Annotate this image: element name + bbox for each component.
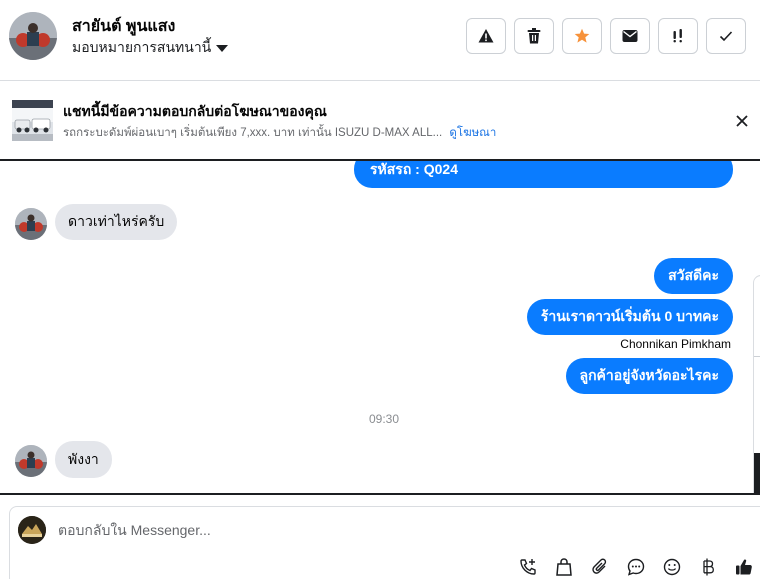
composer-divider xyxy=(0,493,760,495)
paperclip-icon xyxy=(592,558,607,574)
shop-button[interactable] xyxy=(552,555,576,579)
close-icon xyxy=(736,115,748,127)
star-button[interactable] xyxy=(562,18,602,54)
page-avatar xyxy=(18,516,46,544)
message-text: พังงา xyxy=(68,450,99,467)
message-timestamp: 09:30 xyxy=(368,412,400,426)
message-bubble-incoming[interactable]: ดาวเท่าไหร่ครับ xyxy=(55,204,178,240)
delete-button[interactable] xyxy=(514,18,554,54)
phone-plus-icon xyxy=(520,559,536,575)
smiley-icon xyxy=(663,558,681,576)
payment-button[interactable] xyxy=(696,555,720,579)
contact-avatar[interactable] xyxy=(9,12,57,60)
emoji-button[interactable] xyxy=(660,555,684,579)
shopping-bag-icon xyxy=(556,558,572,576)
message-thread[interactable]: รหัสรถ : Q024 ดาวเท่าไหร่ครับ สวัสดีคะ ร… xyxy=(0,161,760,493)
message-text: ดาวเท่าไหร่ครับ xyxy=(68,213,165,229)
composer-toolbar xyxy=(516,555,756,579)
ad-banner-subtitle: รถกระบะดัมพ์ผ่อนเบาๆ เริ่มต้นเพียง 7,xxx… xyxy=(63,124,496,142)
mark-done-button[interactable] xyxy=(706,18,746,54)
message-bubble-incoming[interactable]: พังงา xyxy=(55,441,112,478)
header-actions xyxy=(466,18,746,54)
baht-icon xyxy=(703,558,714,576)
message-text: รหัสรถ : Q024 xyxy=(370,161,458,177)
thumbs-up-icon xyxy=(736,559,752,575)
caret-down-icon xyxy=(216,45,229,52)
checkmark-icon xyxy=(719,31,733,42)
ad-reply-banner: แชทนี้มีข้อความตอบกลับต่อโฆษณาของคุณ รถก… xyxy=(0,81,760,161)
star-icon xyxy=(574,28,590,43)
message-bubble-outgoing[interactable]: ลูกค้าอยู่จังหวัดอะไรคะ xyxy=(565,358,733,394)
view-ad-link[interactable]: ดูโฆษณา xyxy=(449,127,496,139)
contact-avatar-small[interactable] xyxy=(15,208,47,240)
call-button[interactable] xyxy=(516,555,540,579)
trash-icon xyxy=(527,28,541,44)
message-text: ลูกค้าอยู่จังหวัดอะไรคะ xyxy=(579,367,720,383)
message-bubble-outgoing[interactable]: สวัสดีคะ xyxy=(654,258,733,294)
assign-conversation-dropdown[interactable]: มอบหมายการสนทนานี้ xyxy=(72,37,229,59)
contact-name[interactable]: สายันต์ พูนแสง xyxy=(72,14,175,39)
like-button[interactable] xyxy=(732,555,756,579)
chat-bubble-icon xyxy=(627,558,645,576)
attach-file-button[interactable] xyxy=(588,555,612,579)
ad-banner-title: แชทนี้มีข้อความตอบกลับต่อโฆษณาของคุณ xyxy=(63,103,327,119)
mark-unread-button[interactable] xyxy=(610,18,650,54)
message-composer xyxy=(9,506,760,579)
divider xyxy=(754,356,760,357)
ad-description: รถกระบะดัมพ์ผ่อนเบาๆ เริ่มต้นเพียง 7,xxx… xyxy=(63,127,443,139)
saved-replies-button[interactable] xyxy=(624,555,648,579)
contact-avatar-small[interactable] xyxy=(15,445,47,477)
close-banner-button[interactable] xyxy=(734,113,750,129)
ad-thumbnail[interactable] xyxy=(12,100,53,141)
assign-label: มอบหมายการสนทนานี้ xyxy=(72,39,212,55)
mark-spam-button[interactable] xyxy=(466,18,506,54)
follow-up-button[interactable] xyxy=(658,18,698,54)
alert-triangle-icon xyxy=(478,29,494,43)
reply-input[interactable] xyxy=(58,522,618,538)
conversation-header: สายันต์ พูนแสง มอบหมายการสนทนานี้ xyxy=(0,0,760,81)
sender-name: Chonnikan Pimkham xyxy=(620,337,731,351)
message-text: ร้านเราดาวน์เริ่มต้น 0 บาทคะ xyxy=(540,308,719,324)
message-bubble-outgoing[interactable]: ร้านเราดาวน์เริ่มต้น 0 บาทคะ xyxy=(526,299,733,335)
follow-up-icon xyxy=(673,29,682,43)
envelope-icon xyxy=(622,30,638,42)
message-bubble-outgoing[interactable]: รหัสรถ : Q024 xyxy=(354,161,733,188)
side-panel-scrollbar[interactable] xyxy=(754,453,760,493)
message-text: สวัสดีคะ xyxy=(668,267,719,283)
